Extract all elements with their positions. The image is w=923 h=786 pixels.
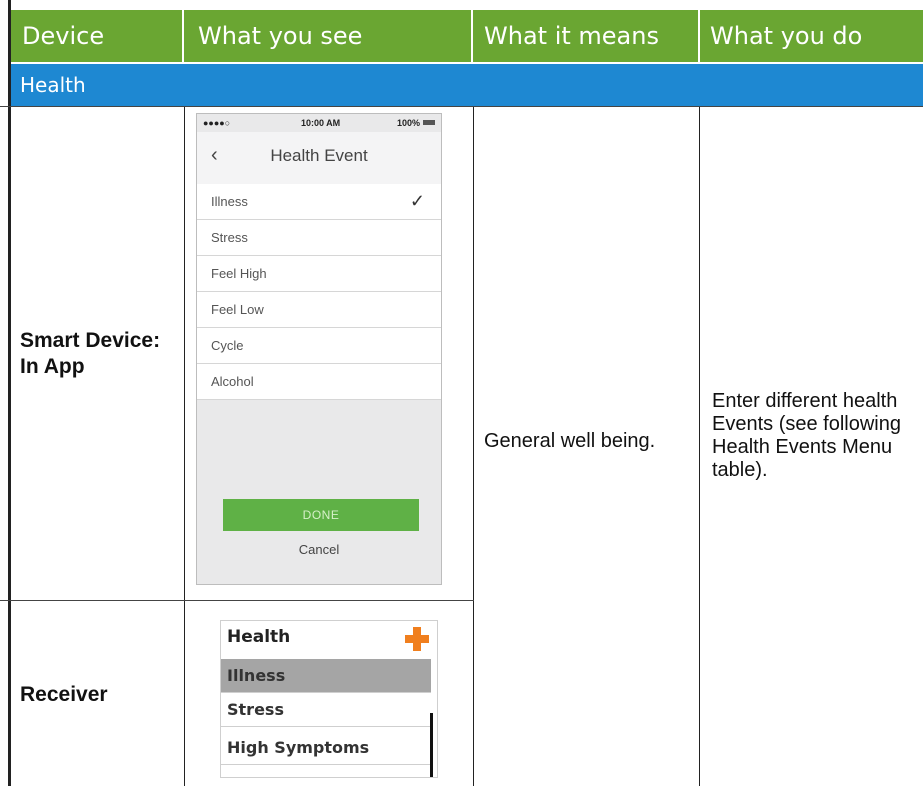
header-divider <box>698 10 700 62</box>
checkmark-icon: ✓ <box>409 191 425 211</box>
health-event-label: Feel High <box>211 266 267 281</box>
health-event-label: Alcohol <box>211 374 254 389</box>
device-label-receiver: Receiver <box>20 683 108 706</box>
header-divider <box>182 10 184 62</box>
health-event-item[interactable]: Feel Low <box>197 292 441 328</box>
done-button[interactable]: DONE <box>223 499 419 531</box>
receiver-menu-item[interactable]: High Symptoms <box>221 731 431 765</box>
health-event-label: Feel Low <box>211 302 264 317</box>
section-title: Health <box>20 73 86 97</box>
receiver-menu-item[interactable]: Illness <box>221 659 431 693</box>
cancel-button[interactable]: Cancel <box>197 542 441 557</box>
phone-nav-bar: ‹ Health Event <box>197 132 441 184</box>
signal-icon: ●●●●○ <box>203 118 231 128</box>
health-event-item[interactable]: Alcohol <box>197 364 441 400</box>
receiver-scrollbar <box>430 713 433 777</box>
health-event-item[interactable]: Illness ✓ <box>197 184 441 220</box>
header-what-you-do: What you do <box>710 22 863 50</box>
header-what-it-means: What it means <box>484 22 659 50</box>
phone-status-bar: ●●●●○ 10:00 AM 100% <box>197 114 441 132</box>
health-event-label: Stress <box>211 230 248 245</box>
health-event-label: Illness <box>211 194 248 209</box>
meaning-text: General well being. <box>484 430 656 452</box>
device-label-smart-device: Smart Device: In App <box>20 329 161 378</box>
row-divider <box>0 600 474 601</box>
battery-icon <box>423 120 435 125</box>
health-event-item[interactable]: Stress <box>197 220 441 256</box>
receiver-screenshot: Health Illness Stress High Symptoms <box>220 620 438 778</box>
phone-screen-title: Health Event <box>270 146 368 165</box>
receiver-menu-item[interactable]: Stress <box>221 693 431 727</box>
phone-screenshot: ●●●●○ 10:00 AM 100% ‹ Health Event Illne… <box>196 113 442 585</box>
phone-time: 10:00 AM <box>301 118 341 128</box>
health-event-label: Cycle <box>211 338 244 353</box>
battery-label: 100% <box>397 118 421 128</box>
header-what-you-see: What you see <box>198 22 363 50</box>
health-event-list: Illness ✓ Stress Feel High Feel Low Cycle Alco… <box>197 184 441 400</box>
health-event-item[interactable]: Cycle <box>197 328 441 364</box>
column-divider <box>184 106 185 786</box>
header-divider <box>471 10 473 62</box>
header-device: Device <box>22 22 105 50</box>
action-text: Enter different health Events (see follo… <box>712 390 901 481</box>
row-divider <box>0 106 923 107</box>
health-event-item[interactable]: Feel High <box>197 256 441 292</box>
table-left-border <box>8 0 11 786</box>
health-events-table: Device What you see What it means What y… <box>0 0 923 786</box>
column-divider <box>699 106 700 786</box>
section-row-health: Health <box>10 64 923 106</box>
column-divider <box>473 106 474 786</box>
receiver-title: Health <box>227 627 291 647</box>
health-cross-icon <box>405 627 429 651</box>
